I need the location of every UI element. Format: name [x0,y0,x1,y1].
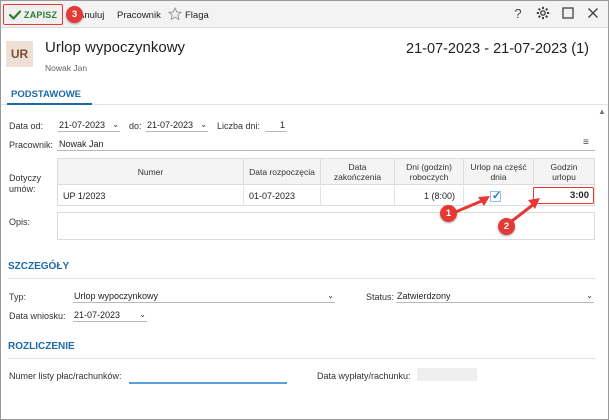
col-partial-day: Urlop na część dnia [464,159,534,185]
col-number: Numer [58,159,244,185]
status-value: Zatwierdzony [397,291,451,301]
chevron-down-icon: ⌄ [327,291,334,300]
payroll-number-input[interactable] [129,367,287,384]
settlement-section-title: ROZLICZENIE [8,341,75,352]
table-row-start[interactable]: 01-07-2023 [244,186,321,206]
callout-1: 1 [440,205,457,222]
payment-date-label: Data wypłaty/rachunku: [317,371,411,381]
payment-date-field[interactable] [417,368,477,381]
payroll-label: Numer listy płac/rachunków: [9,371,122,381]
table-row-end[interactable] [321,186,395,206]
leave-hours-value: 3:00 [569,190,589,201]
save-label: ZAPISZ [24,10,58,20]
type-value: Urlop wypoczynkowy [74,291,159,301]
date-to-select[interactable]: 21-07-2023 ⌄ [146,118,208,132]
divider [8,278,596,279]
date-from-label: Data od: [9,121,44,131]
flag-button[interactable]: Flaga [185,10,209,21]
type-select[interactable]: Urlop wypoczynkowy ⌄ [73,289,335,303]
menu-icon[interactable]: ≡ [583,137,589,148]
date-from-select[interactable]: 21-07-2023 ⌄ [58,118,120,132]
employee-button[interactable]: Pracownik [117,10,161,21]
status-select[interactable]: Zatwierdzony ⌄ [396,289,594,303]
callout-3: 3 [66,6,83,23]
col-working-days: Dni (godzin) roboczych [395,159,464,185]
save-button[interactable]: ZAPISZ [3,4,63,25]
table-row-number[interactable]: UP 1/2023 [58,186,244,206]
tab-podstawowe[interactable]: PODSTAWOWE [7,85,92,105]
col-leave-hours: Godzin urlopu [534,159,594,185]
chevron-down-icon: ⌄ [112,120,119,129]
col-end-date: Data zakończenia [321,159,395,185]
request-date-select[interactable]: 21-07-2023 ⌄ [73,308,147,322]
col-start-date: Data rozpoczęcia [244,159,321,185]
maximize-icon[interactable] [560,6,576,22]
divider [8,358,596,359]
concerns-label: Dotyczy [9,173,42,183]
description-label: Opis: [9,217,31,227]
gear-icon[interactable] [535,6,551,22]
request-date-label: Data wniosku: [9,311,66,321]
date-to-label: do: [129,121,142,131]
callout-2: 2 [498,218,515,235]
toolbar: ZAPISZ Anuluj Pracownik Flaga ? [1,1,608,28]
tab-label: PODSTAWOWE [11,89,82,100]
concerns-label-2: umów: [9,184,36,194]
date-range: 21-07-2023 - 21-07-2023 (1) [406,41,589,57]
request-date-value: 21-07-2023 [74,310,121,320]
close-icon[interactable] [585,6,601,22]
employee-label: Pracownik: [9,140,54,150]
chevron-down-icon: ⌄ [139,310,146,319]
avatar: UR [6,41,33,67]
employee-subtitle: Nowak Jan [45,63,88,73]
chevron-down-icon: ⌄ [200,120,207,129]
days-label: Liczba dni: [217,121,261,131]
type-label: Typ: [9,292,27,302]
date-from-value: 21-07-2023 [59,120,106,130]
scroll-up-icon[interactable]: ▲ [598,107,606,116]
details-section-title: SZCZEGÓŁY [8,261,70,272]
employee-field[interactable]: Nowak Jan [57,137,595,151]
status-label: Status: [366,292,395,302]
star-icon [167,6,183,23]
tab-strip-line [1,104,608,105]
date-to-value: 21-07-2023 [147,120,194,130]
checkmark-icon [9,10,21,20]
days-field[interactable]: 1 [265,118,287,132]
page-title: Urlop wypoczynkowy [45,39,186,56]
help-icon[interactable]: ? [510,6,526,22]
chevron-down-icon: ⌄ [586,291,593,300]
